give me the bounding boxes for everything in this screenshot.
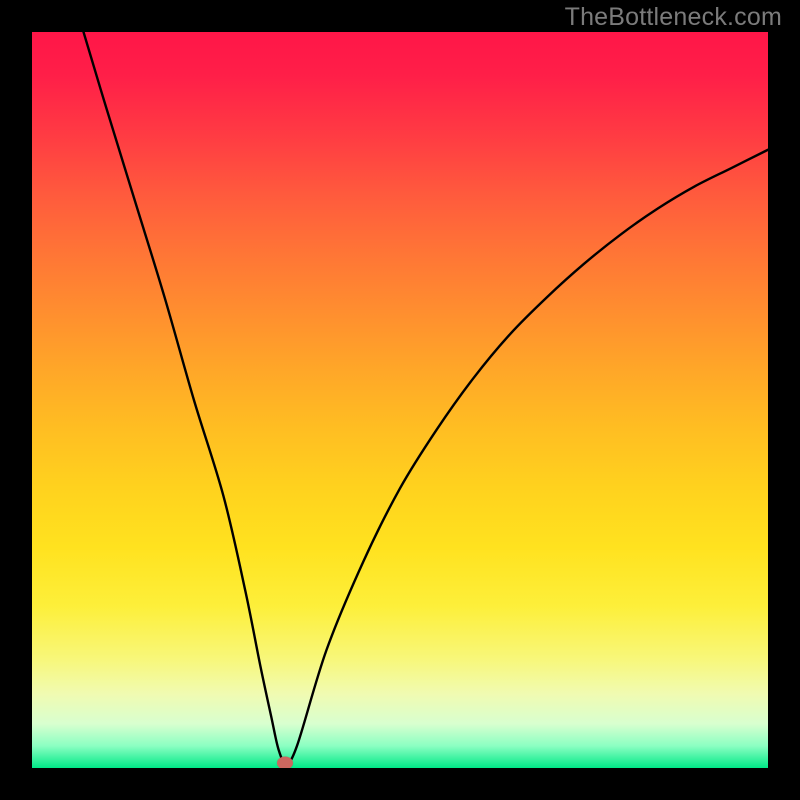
plot-area [32, 32, 768, 768]
watermark-text: TheBottleneck.com [565, 3, 782, 32]
bottleneck-curve [32, 32, 768, 768]
chart-frame: TheBottleneck.com [0, 0, 800, 800]
minimum-marker [277, 756, 293, 768]
